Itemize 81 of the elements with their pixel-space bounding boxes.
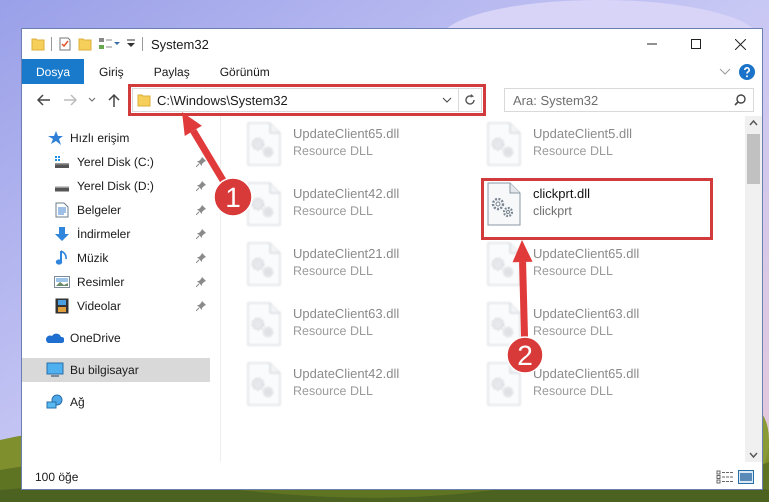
picture-icon <box>54 275 70 289</box>
pin-icon[interactable] <box>196 157 206 167</box>
folder-icon <box>137 93 151 107</box>
download-arrow-icon <box>54 226 70 242</box>
pin-icon[interactable] <box>196 301 206 311</box>
nav-item[interactable]: Yerel Disk (D:) <box>22 174 210 198</box>
dll-file-icon <box>487 182 521 226</box>
network-icon <box>46 394 64 410</box>
ribbon-tab[interactable]: Paylaş <box>138 59 205 84</box>
film-icon <box>55 298 69 314</box>
highlighted-file-item[interactable]: clickprt.dll clickprt <box>483 180 711 238</box>
pin-icon[interactable] <box>196 205 206 215</box>
scrollbar[interactable] <box>745 116 762 462</box>
file-type: Resource DLL <box>293 144 374 158</box>
window-title: System32 <box>151 36 209 52</box>
scroll-thumb[interactable] <box>747 134 760 184</box>
up-arrow-icon <box>108 93 120 107</box>
close-icon <box>734 38 746 50</box>
file-type: Resource DLL <box>533 324 614 338</box>
pin-icon[interactable] <box>196 229 206 239</box>
ribbon-tab[interactable]: Görünüm <box>204 59 285 84</box>
properties-icon[interactable] <box>58 37 72 51</box>
item-count: 100 öğe <box>35 470 78 484</box>
star-icon <box>47 130 63 146</box>
nav-item[interactable]: Hızlı erişim <box>22 126 210 150</box>
file-name[interactable]: clickprt.dll <box>533 186 590 201</box>
nav-item[interactable]: Bu bilgisayar <box>22 358 210 382</box>
dll-file-icon <box>247 122 281 166</box>
nav-item[interactable]: Resimler <box>22 270 210 294</box>
file-type: Resource DLL <box>293 324 374 338</box>
folder-icon <box>78 37 92 51</box>
dll-file-icon <box>247 362 281 406</box>
nav-item[interactable]: Yerel Disk (C:) <box>22 150 210 174</box>
music-note-icon <box>55 250 69 266</box>
nav-item[interactable]: Müzik <box>22 246 210 270</box>
nav-item[interactable]: İndirmeler <box>22 222 210 246</box>
cloud-icon <box>46 332 64 344</box>
drive-icon <box>54 155 70 169</box>
folder-icon <box>31 37 45 51</box>
callout-number: 1 <box>225 182 241 213</box>
refresh-icon[interactable] <box>464 94 476 106</box>
callout-number: 2 <box>517 340 533 371</box>
file-type: Resource DLL <box>533 264 614 278</box>
forward-arrow-icon <box>63 94 77 106</box>
file-type: Resource DLL <box>293 204 374 218</box>
search-field[interactable]: Ara: System32 <box>504 88 754 112</box>
expand-ribbon-icon[interactable] <box>719 68 731 76</box>
pin-icon[interactable] <box>196 181 206 191</box>
details-view-icon[interactable] <box>716 470 734 484</box>
caret-icon <box>88 97 96 103</box>
view-options-icon[interactable] <box>98 37 120 51</box>
nav-item[interactable]: Videolar <box>22 294 210 318</box>
monitor-icon <box>46 362 64 378</box>
maximize-icon <box>691 39 701 49</box>
file-type: Resource DLL <box>533 144 614 158</box>
ribbon-tab[interactable]: Dosya <box>22 59 84 84</box>
dll-file-icon <box>487 122 521 166</box>
file-type: Resource DLL <box>293 264 374 278</box>
dll-file-icon <box>487 302 521 346</box>
dll-file-icon <box>247 242 281 286</box>
help-icon[interactable] <box>739 64 755 80</box>
ribbon-tab[interactable]: Giriş <box>84 59 139 84</box>
file-type: Resource DLL <box>293 384 374 398</box>
dropdown-caret-icon[interactable] <box>442 97 452 103</box>
dll-file-icon <box>487 242 521 286</box>
pin-icon[interactable] <box>196 253 206 263</box>
file-type: Resource DLL <box>533 384 614 398</box>
document-icon <box>55 202 69 218</box>
back-arrow-icon <box>37 94 51 106</box>
nav-item[interactable]: Belgeler <box>22 198 210 222</box>
search-icon[interactable] <box>734 94 746 106</box>
nav-item[interactable]: Ağ <box>22 390 210 414</box>
callout-badge <box>213 177 253 217</box>
drive-icon <box>54 186 70 192</box>
nav-item[interactable]: OneDrive <box>22 326 210 350</box>
pin-icon[interactable] <box>196 277 206 287</box>
dll-file-icon <box>247 182 281 226</box>
large-icons-view-icon[interactable] <box>738 470 754 484</box>
file-type: clickprt <box>533 204 573 218</box>
dll-file-icon <box>247 302 281 346</box>
customize-caret-icon[interactable] <box>126 38 136 50</box>
